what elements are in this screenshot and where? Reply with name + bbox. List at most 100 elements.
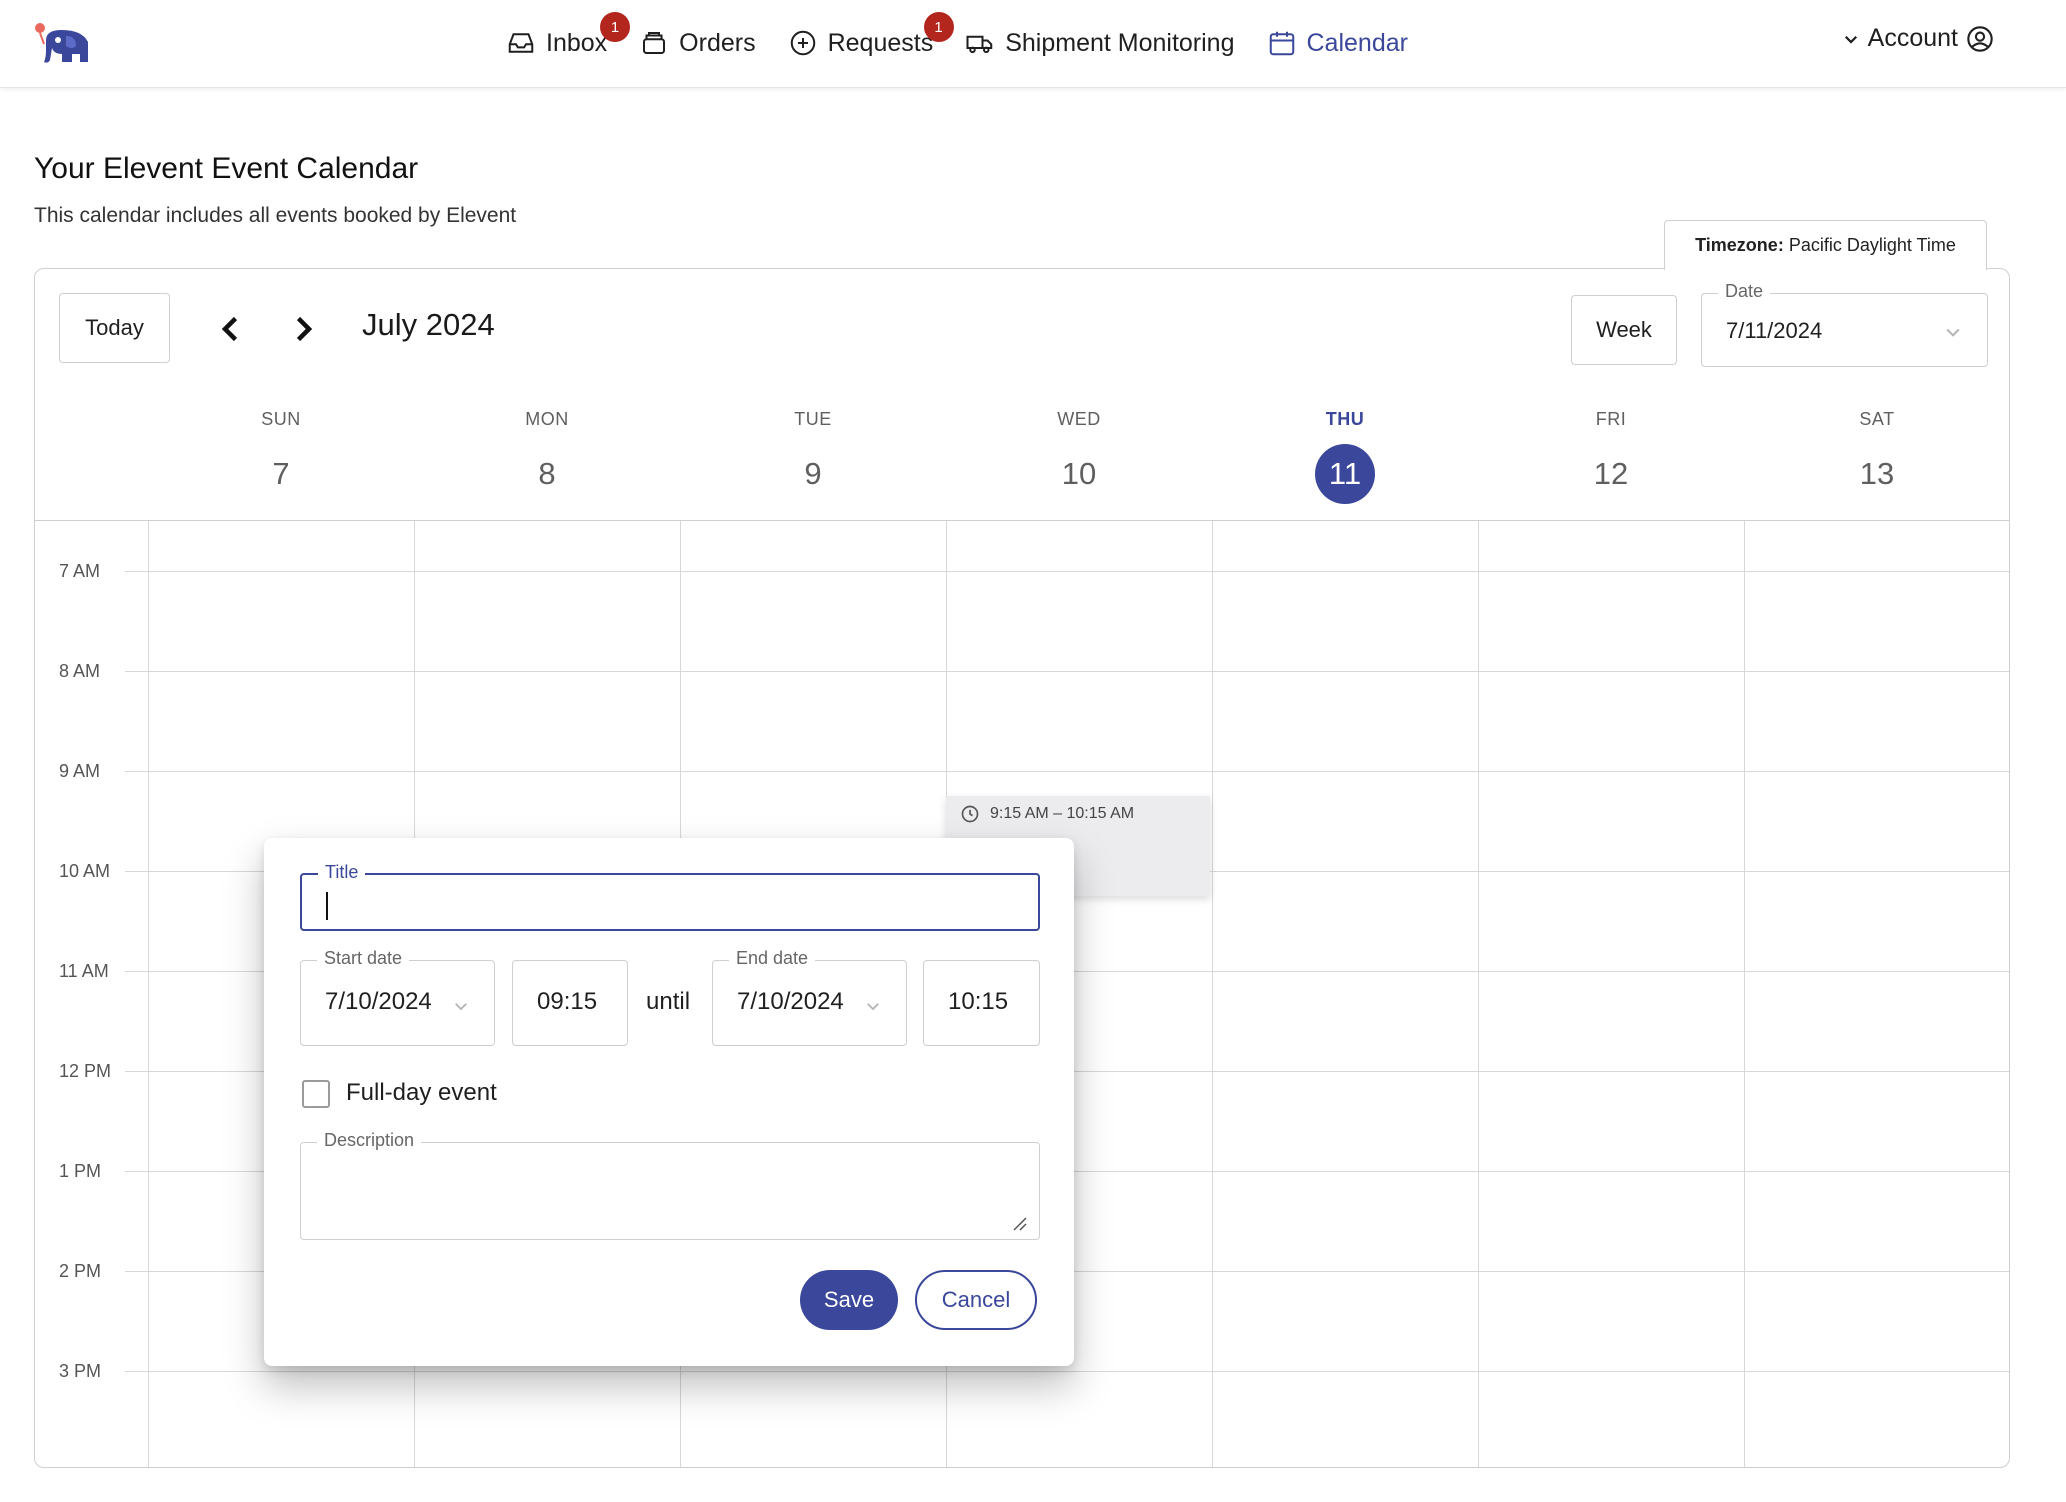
event-time-range: 9:15 AM – 10:15 AM [990,805,1135,822]
chevron-down-icon [1946,328,1960,337]
day-number: 7 [272,456,290,491]
day-header-thu-today[interactable]: THU 11 [1212,409,1478,504]
clock-icon [961,805,979,823]
day-header-fri[interactable]: FRI 12 [1478,409,1744,504]
user-circle-icon [1967,25,1993,52]
hour-line [125,671,2009,672]
nav-label-inbox: Inbox [546,28,608,57]
elephant-logo-icon[interactable] [32,20,92,66]
full-day-checkbox[interactable] [302,1080,330,1108]
end-date-value: 7/10/2024 [737,988,844,1015]
chevron-right-icon [296,316,313,342]
hour-label: 2 PM [59,1261,102,1281]
inbox-count-badge: 1 [600,12,630,42]
text-caret [326,892,328,920]
end-time-value: 10:15 [948,988,1009,1015]
hour-line [125,771,2009,772]
day-of-week: WED [1057,409,1101,429]
start-date-picker[interactable]: Start date 7/10/2024 [300,948,495,1046]
date-picker[interactable]: Date 7/11/2024 [1701,281,1988,367]
next-week-button[interactable] [285,311,321,347]
column-divider [1212,521,1213,1467]
nav-item-calendar[interactable]: Calendar [1267,28,1408,58]
truck-icon [966,35,993,54]
account-label: Account [1867,24,1958,52]
timezone-value: Pacific Daylight Time [1788,235,1956,255]
hour-label: 11 AM [59,961,109,981]
title-field[interactable]: Title [300,862,1040,931]
day-header-tue[interactable]: TUE 9 [680,409,946,504]
hour-label: 3 PM [59,1361,102,1381]
nav-label-requests: Requests [827,28,934,57]
hour-label: 12 PM [59,1061,112,1081]
chevron-down-icon [867,1003,879,1011]
orders-icon [643,32,666,54]
day-of-week: SAT [1859,409,1895,429]
day-number: 10 [1061,456,1097,491]
create-event-dialog: Title Start date 7/10/2024 09:15 until E… [264,838,1074,1366]
calendar-icon [1269,31,1294,56]
day-of-week: THU [1325,409,1365,429]
description-textarea[interactable]: Description [300,1130,1040,1240]
end-date-legend: End date [729,948,816,969]
date-picker-value: 7/11/2024 [1726,318,1823,343]
nav-item-orders[interactable]: Orders [639,28,756,58]
day-header-wed[interactable]: WED 10 [946,409,1212,504]
chevron-left-icon [221,316,238,342]
day-of-week: FRI [1595,409,1627,429]
end-date-picker[interactable]: End date 7/10/2024 [712,948,907,1046]
day-of-week: SUN [261,409,301,429]
nav-label-orders: Orders [679,28,756,57]
column-divider [1478,521,1479,1467]
day-number: 8 [538,456,556,491]
day-header-mon[interactable]: MON 8 [414,409,680,504]
hour-label: 9 AM [59,761,101,781]
day-of-week: TUE [794,409,832,429]
view-week-button[interactable]: Week [1571,295,1677,365]
save-button[interactable]: Save [800,1270,898,1330]
start-date-legend: Start date [317,948,410,969]
nav-label-calendar: Calendar [1306,28,1408,57]
previous-week-button[interactable] [213,311,249,347]
month-label: July 2024 [362,307,495,342]
until-label: until [646,988,691,1015]
hour-label: 10 AM [59,861,111,881]
end-time-input[interactable]: 10:15 [923,960,1040,1046]
nav-item-inbox[interactable]: Inbox 1 [506,12,630,58]
day-header-sun[interactable]: SUN 7 [148,409,414,504]
top-navigation-bar: Inbox 1 Orders Requests 1 Shipment Monit… [0,0,2066,88]
chevron-down-icon [455,1003,467,1011]
cancel-button[interactable]: Cancel [915,1270,1037,1330]
nav-item-shipment-monitoring[interactable]: Shipment Monitoring [965,28,1235,58]
start-time-input[interactable]: 09:15 [512,960,628,1046]
inbox-icon [508,33,534,53]
description-legend: Description [317,1130,422,1151]
start-time-value: 09:15 [537,988,598,1015]
start-date-value: 7/10/2024 [325,988,432,1015]
column-divider [148,521,149,1467]
nav-item-requests[interactable]: Requests 1 [788,12,954,58]
title-legend: Title [318,862,366,883]
hour-label: 8 AM [59,661,101,681]
day-number: 12 [1593,456,1629,491]
day-number: 13 [1859,456,1895,491]
title-input[interactable] [324,885,1014,921]
hour-line [125,1371,2009,1372]
date-picker-legend: Date [1718,281,1771,302]
today-button[interactable]: Today [59,293,170,363]
day-header-sat[interactable]: SAT 13 [1744,409,2009,504]
resize-handle-icon[interactable] [1011,1215,1027,1231]
account-menu[interactable]: Account [1842,24,1994,53]
plus-circle-icon [790,30,815,56]
hour-label: 1 PM [59,1161,102,1181]
timezone-indicator: Timezone: Pacific Daylight Time [1664,220,1987,270]
full-day-label: Full-day event [346,1079,497,1106]
day-number: 11 [1315,444,1375,504]
hour-label: 7 AM [59,561,101,581]
timezone-label: Timezone: [1695,235,1784,255]
page-title: Your Elevent Event Calendar [34,152,419,185]
column-divider [1744,521,1745,1467]
nav-label-shipment-monitoring: Shipment Monitoring [1005,28,1235,57]
event-time: 9:15 AM – 10:15 AM [960,804,1134,824]
hour-line [125,571,2009,572]
